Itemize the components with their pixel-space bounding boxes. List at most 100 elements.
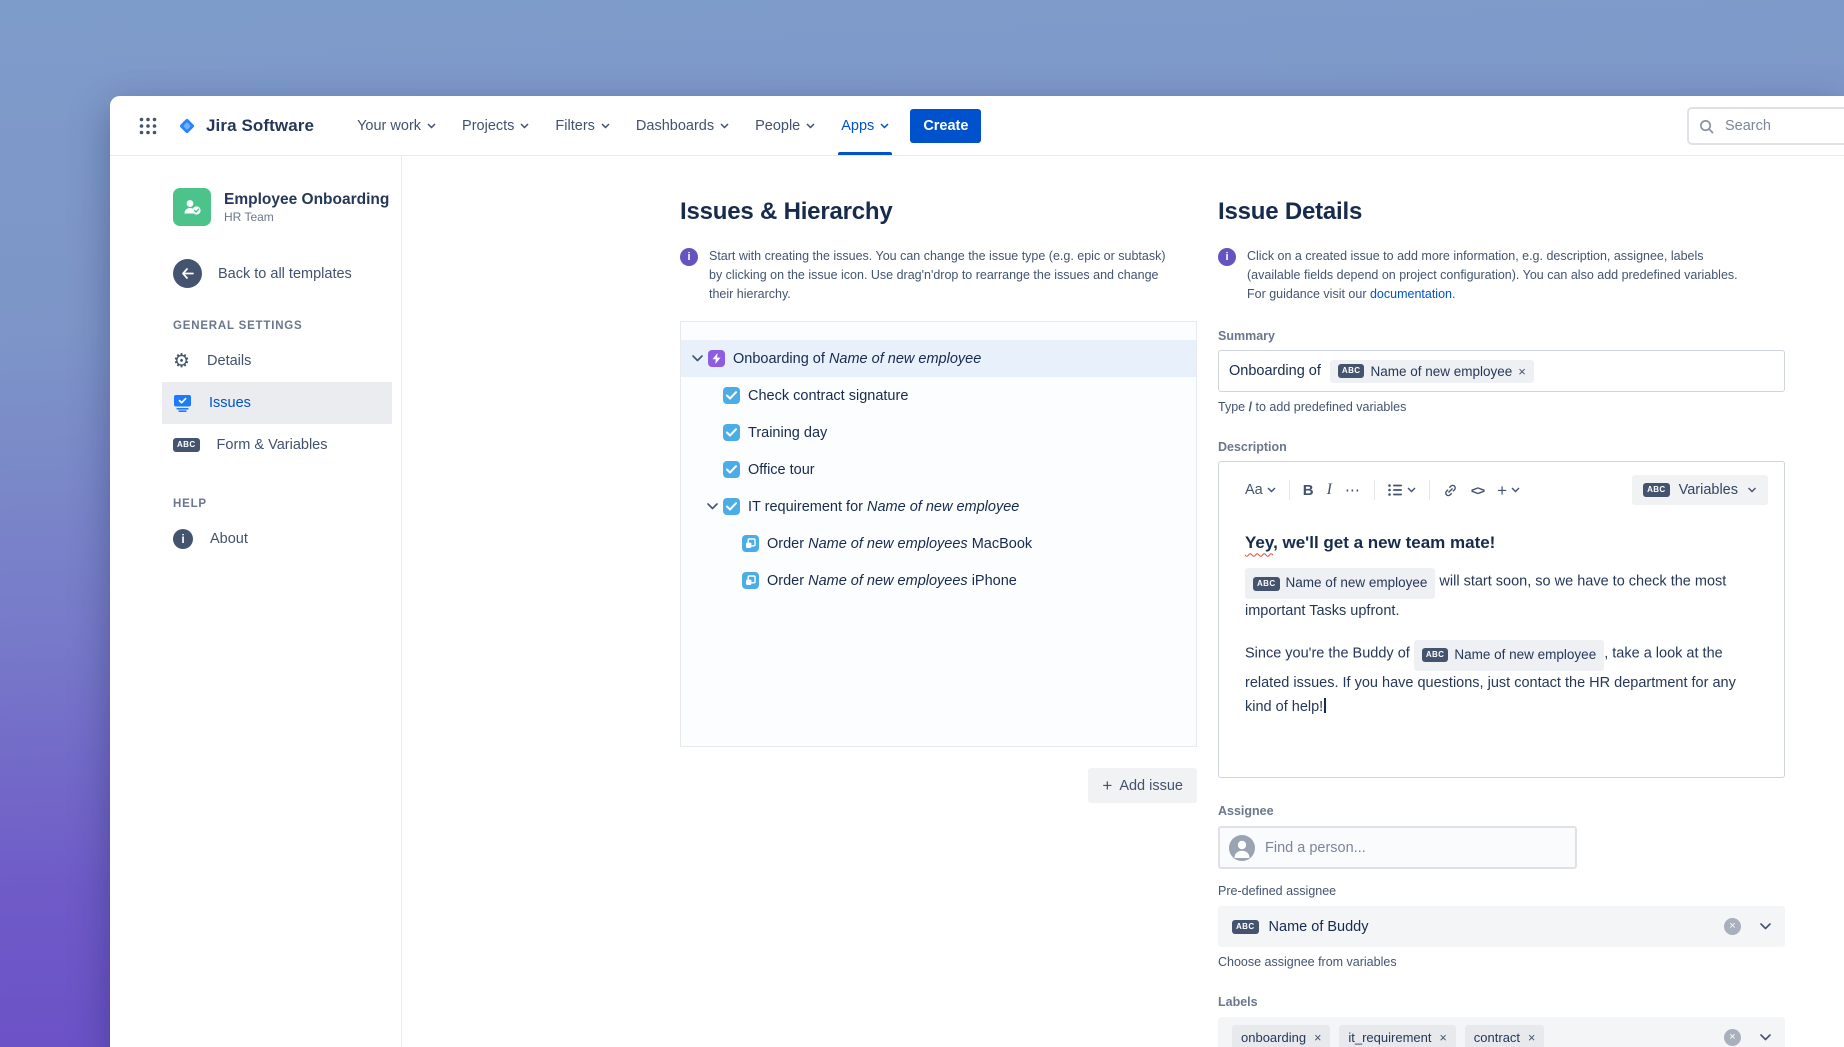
toolbar-divider [1374,480,1375,500]
summary-input[interactable]: Onboarding of ABC Name of new employee × [1218,350,1785,392]
nav-apps[interactable]: Apps [828,96,902,155]
assignee-search-field[interactable]: Find a person... [1218,826,1577,869]
nav-people-label: People [755,118,800,134]
tree-row-office-tour[interactable]: Office tour [681,451,1196,488]
section-general-settings: GENERAL SETTINGS [173,320,392,332]
search-icon [1699,119,1714,134]
variable-chip-label: Name of new employee [1454,644,1596,667]
link-button[interactable] [1443,483,1458,498]
clear-icon[interactable]: × [1724,1029,1741,1046]
toolbar-divider [1429,480,1430,500]
remove-chip-icon[interactable]: × [1518,364,1526,379]
abc-badge-icon: ABC [1232,920,1259,934]
details-info-after: . [1452,287,1455,301]
project-avatar-icon [173,188,211,226]
label-chip-onboarding[interactable]: onboarding × [1232,1025,1330,1047]
remove-chip-icon[interactable]: × [1439,1031,1446,1045]
sidebar-item-issues[interactable]: Issues [162,382,392,424]
label-chip-text: onboarding [1241,1030,1306,1045]
nav-filters[interactable]: Filters [542,96,622,155]
remove-chip-icon[interactable]: × [1528,1031,1535,1045]
assignee-helper: Choose assignee from variables [1218,955,1785,969]
misspelled-word: Yey [1245,533,1273,552]
chevron-down-icon[interactable] [1760,1034,1771,1041]
chevron-down-icon[interactable] [689,355,705,362]
issues-hierarchy-section: Issues & Hierarchy i Start with creating… [680,156,1197,1047]
nav-dashboards[interactable]: Dashboards [623,96,742,155]
sidebar: Employee Onboarding HR Team Back to all … [110,156,402,1047]
paragraph-text: Since you're the Buddy of [1245,645,1414,661]
tree-row-training-day[interactable]: Training day [681,414,1196,451]
summary-label: Summary [1218,329,1785,343]
insert-button[interactable]: + [1497,482,1520,499]
chevron-down-icon[interactable] [704,503,720,510]
issue-label: Office tour [748,462,815,478]
bullet-list-icon [1388,484,1403,496]
info-icon: i [680,248,698,266]
variable-chip[interactable]: ABCName of new employee [1245,568,1435,599]
list-button[interactable] [1388,484,1416,496]
task-icon[interactable] [723,461,740,478]
label-chip-it-requirement[interactable]: it_requirement × [1339,1025,1455,1047]
top-navbar: Jira Software Your work Projects Filters… [110,96,1844,156]
issue-label: Onboarding of Name of new employee [733,351,981,367]
tree-row-it-requirement[interactable]: IT requirement for Name of new employee [681,488,1196,525]
global-search[interactable] [1687,107,1844,145]
documentation-link[interactable]: documentation [1370,287,1452,301]
tree-row-check-contract[interactable]: Check contract signature [681,377,1196,414]
sidebar-item-about[interactable]: i About [162,518,392,560]
search-input[interactable] [1723,117,1844,135]
issues-info-text: Start with creating the issues. You can … [709,247,1171,303]
jira-logo[interactable]: Jira Software [176,115,314,137]
nav-projects[interactable]: Projects [449,96,542,155]
variable-chip[interactable]: ABC Name of new employee × [1330,360,1534,383]
toolbar-divider [1289,480,1290,500]
italic-button[interactable]: I [1327,481,1332,499]
labels-select[interactable]: onboarding × it_requirement × contract × [1218,1017,1785,1047]
sidebar-item-details[interactable]: ⚙ Details [162,340,392,382]
bold-button[interactable]: B [1303,482,1314,499]
details-info-row: i Click on a created issue to add more i… [1218,247,1785,303]
back-to-templates[interactable]: Back to all templates [173,259,392,288]
issue-variable: Name of new employees [808,573,968,589]
description-content[interactable]: Yey, we'll get a new team mate! ABCName … [1219,505,1784,720]
abc-badge-icon: ABC [1253,577,1280,591]
nav-people[interactable]: People [742,96,828,155]
add-issue-label: Add issue [1119,778,1183,794]
app-switcher-icon[interactable] [132,110,164,142]
chevron-down-icon [1407,487,1416,493]
add-issue-button[interactable]: + Add issue [1088,768,1197,803]
remove-chip-icon[interactable]: × [1314,1031,1321,1045]
create-button[interactable]: Create [910,109,981,143]
sidebar-item-form-variables[interactable]: ABC Form & Variables [162,424,392,466]
label-chip-contract[interactable]: contract × [1465,1025,1545,1047]
issue-text: MacBook [968,536,1032,552]
nav-apps-label: Apps [841,118,874,134]
task-icon[interactable] [723,424,740,441]
issue-text: IT requirement for [748,499,867,515]
variable-chip[interactable]: ABCName of new employee [1414,640,1604,671]
code-button[interactable]: <> [1471,483,1484,498]
subtask-icon[interactable] [742,572,759,589]
sidebar-item-details-label: Details [207,353,251,369]
clear-icon[interactable]: × [1724,918,1741,935]
helper-text: Type [1218,400,1249,414]
tree-row-onboarding-epic[interactable]: Onboarding of Name of new employee [681,340,1196,377]
tree-row-order-iphone[interactable]: Order Name of new employees iPhone [681,562,1196,599]
labels-label: Labels [1218,995,1785,1009]
task-icon[interactable] [723,387,740,404]
predefined-assignee-select[interactable]: ABC Name of Buddy × [1218,906,1785,947]
more-formatting-icon[interactable]: ⋯ [1345,481,1361,499]
tree-row-order-macbook[interactable]: Order Name of new employees MacBook [681,525,1196,562]
nav-dashboards-label: Dashboards [636,118,714,134]
task-icon[interactable] [723,498,740,515]
text-style-button[interactable]: Aa [1245,482,1276,498]
chevron-down-icon[interactable] [1760,923,1771,930]
issue-text: Office tour [748,462,815,478]
nav-your-work[interactable]: Your work [344,96,449,155]
subtask-icon[interactable] [742,535,759,552]
epic-icon[interactable] [708,350,725,367]
chevron-down-icon [720,123,729,129]
description-editor[interactable]: Aa B I ⋯ [1218,461,1785,778]
variables-button[interactable]: ABC Variables [1632,475,1768,505]
